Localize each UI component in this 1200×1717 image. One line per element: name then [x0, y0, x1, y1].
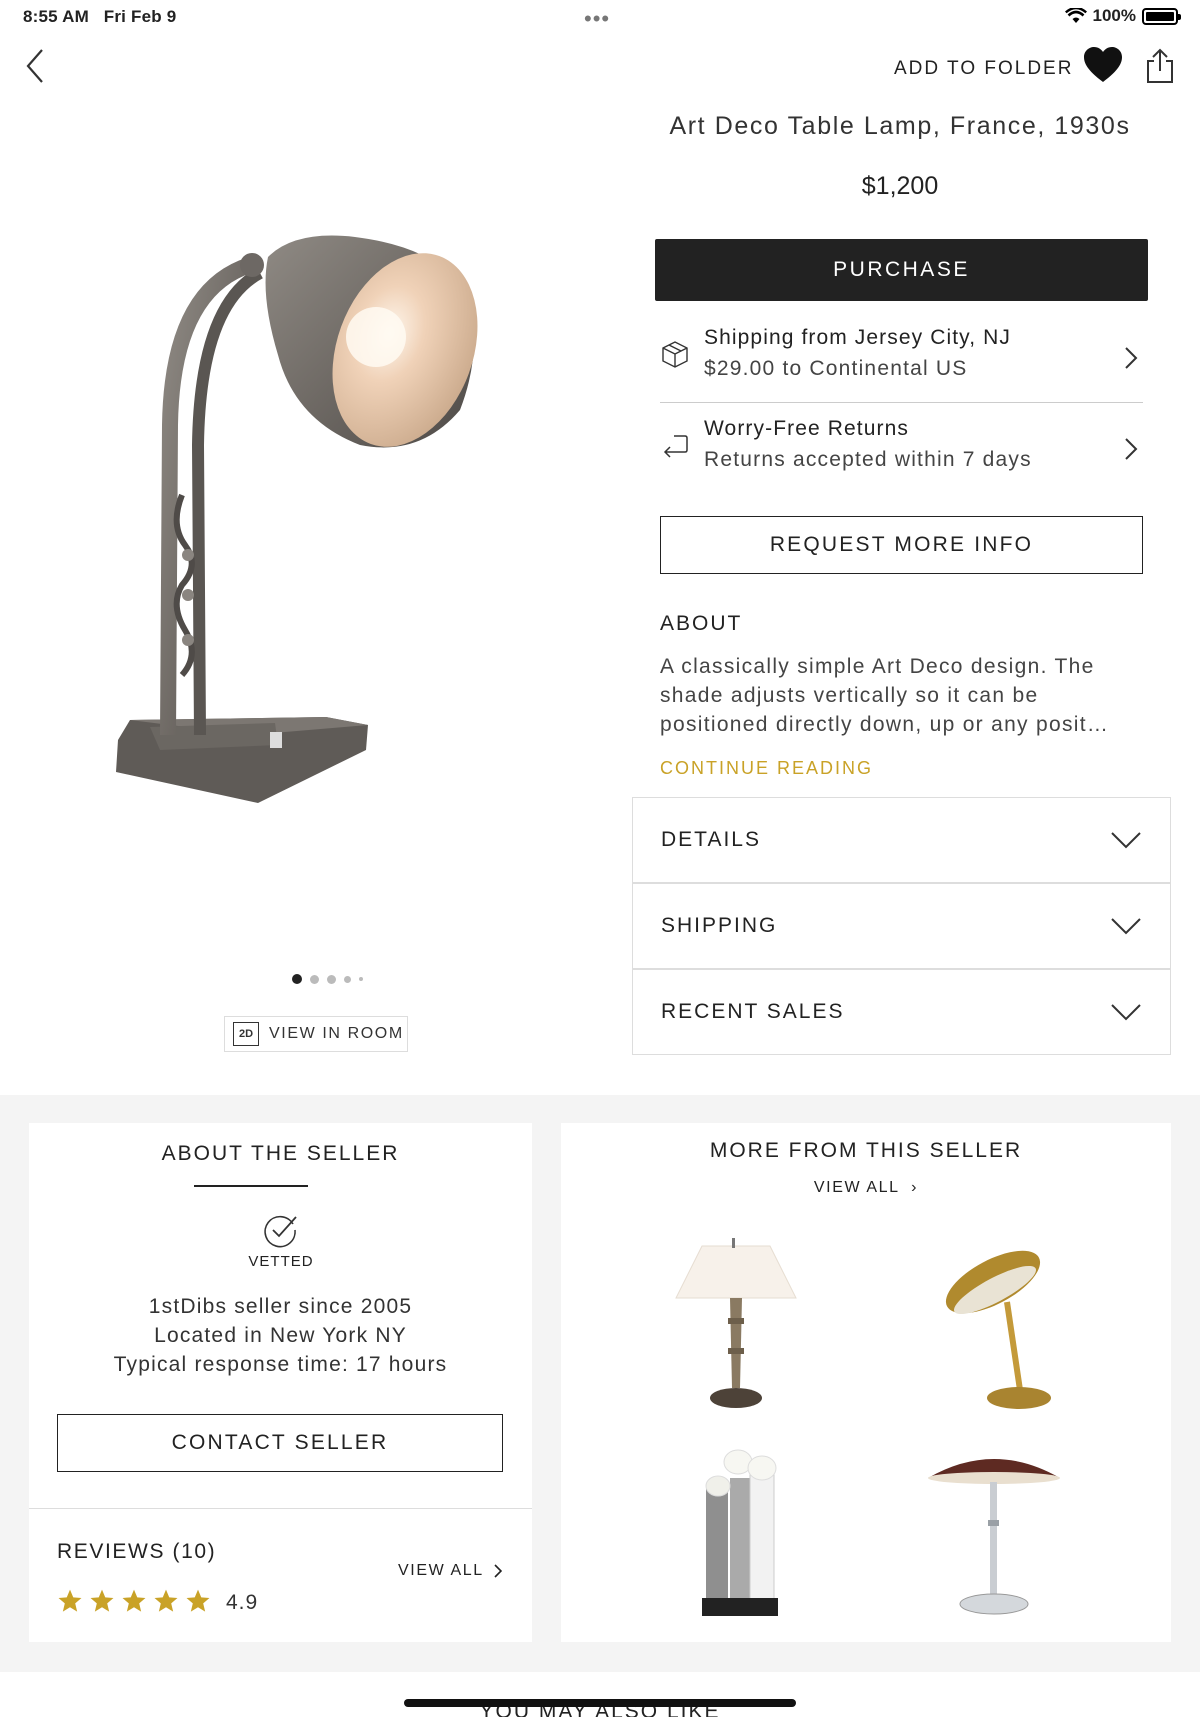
- vetted-check-icon: [264, 1215, 297, 1248]
- seller-item-thumbnail[interactable]: [702, 1449, 778, 1616]
- chevron-down-icon: [1111, 832, 1141, 849]
- divider: [660, 402, 1143, 403]
- rating-stars: [57, 1588, 211, 1614]
- shipping-cost: $29.00 to Continental US: [704, 357, 968, 380]
- multitask-dots-icon[interactable]: •••: [584, 6, 610, 32]
- shipping-info-row[interactable]: Shipping from Jersey City, NJ $29.00 to …: [660, 317, 1143, 399]
- star-icon: [58, 1589, 82, 1612]
- product-title: Art Deco Table Lamp, France, 1930s: [669, 112, 1131, 140]
- seller-details: 1stDibs seller since 2005 Located in New…: [29, 1292, 532, 1379]
- accordion-label: RECENT SALES: [661, 1000, 845, 1023]
- wifi-icon: [1064, 8, 1087, 23]
- returns-policy: Returns accepted within 7 days: [704, 448, 1032, 471]
- accordion-recent-sales[interactable]: RECENT SALES: [632, 969, 1171, 1055]
- pager-dot[interactable]: [344, 975, 351, 983]
- returns-title: Worry-Free Returns: [704, 417, 909, 440]
- product-price: $1,200: [861, 172, 939, 200]
- star-icon: [154, 1589, 178, 1612]
- status-date: Fri Feb 9: [103, 7, 177, 26]
- chevron-down-icon: [1111, 1004, 1141, 1021]
- share-icon[interactable]: [1145, 48, 1175, 84]
- accordion-details[interactable]: DETAILS: [632, 797, 1171, 883]
- more-from-seller-heading: MORE FROM THIS SELLER: [709, 1139, 1023, 1162]
- image-pager[interactable]: [292, 974, 363, 984]
- vetted-label: VETTED: [248, 1253, 314, 1270]
- about-text: A classically simple Art Deco design. Th…: [660, 655, 1110, 736]
- 2d-icon: 2D: [233, 1022, 259, 1046]
- accordion-label: DETAILS: [661, 828, 761, 851]
- seller-item-thumbnail[interactable]: [937, 1240, 1051, 1409]
- heart-icon[interactable]: [1083, 46, 1123, 84]
- more-from-seller-view-all-link[interactable]: VIEW ALL ›: [561, 1179, 1171, 1197]
- package-icon: [662, 341, 688, 368]
- divider: [29, 1508, 532, 1509]
- accordion-label: SHIPPING: [661, 914, 778, 937]
- add-to-folder-button[interactable]: ADD TO FOLDER: [894, 58, 1073, 80]
- chevron-down-icon: [1111, 918, 1141, 935]
- seller-response-time: Typical response time: 17 hours: [113, 1353, 448, 1376]
- chevron-right-icon: [1125, 438, 1138, 460]
- about-seller-heading: ABOUT THE SELLER: [161, 1142, 400, 1165]
- about-heading: ABOUT: [660, 612, 743, 635]
- more-from-seller-card: [561, 1123, 1171, 1642]
- rating-value: 4.9: [226, 1591, 259, 1614]
- reviews-view-all-label: VIEW ALL: [398, 1562, 484, 1579]
- status-right: 100%: [1064, 6, 1181, 26]
- pager-dot[interactable]: [359, 977, 363, 981]
- more-view-all-label: VIEW ALL: [813, 1179, 900, 1196]
- reviews-view-all-link[interactable]: VIEW ALL: [398, 1562, 502, 1580]
- battery-percent: 100%: [1092, 6, 1136, 25]
- return-arrow-icon: [663, 435, 688, 458]
- home-indicator[interactable]: [404, 1699, 796, 1707]
- chevron-right-icon: [1125, 347, 1138, 369]
- seller-location: Located in New York NY: [154, 1324, 407, 1347]
- pager-dot[interactable]: [292, 974, 302, 984]
- star-icon: [90, 1589, 114, 1612]
- heading-underline: [194, 1185, 308, 1187]
- request-more-info-button[interactable]: REQUEST MORE INFO: [660, 516, 1143, 574]
- pager-dot[interactable]: [327, 974, 336, 984]
- accordion-shipping[interactable]: SHIPPING: [632, 883, 1171, 969]
- continue-reading-link[interactable]: CONTINUE READING: [660, 758, 873, 779]
- star-icon: [122, 1589, 146, 1612]
- returns-info-row[interactable]: Worry-Free Returns Returns accepted with…: [660, 408, 1143, 490]
- star-icon: [186, 1589, 210, 1612]
- pager-dot[interactable]: [310, 974, 319, 984]
- seller-item-thumbnail[interactable]: [928, 1459, 1060, 1615]
- shipping-origin: Shipping from Jersey City, NJ: [704, 326, 1011, 349]
- seller-since: 1stDibs seller since 2005: [148, 1295, 413, 1318]
- view-in-room-button[interactable]: 2D VIEW IN ROOM: [224, 1016, 408, 1052]
- reviews-heading: REVIEWS (10): [57, 1540, 217, 1563]
- contact-seller-button[interactable]: CONTACT SELLER: [57, 1414, 503, 1472]
- back-icon[interactable]: [22, 46, 50, 86]
- view-in-room-label: VIEW IN ROOM: [269, 1025, 404, 1042]
- status-bar: 8:55 AM Fri Feb 9 ••• 100%: [0, 0, 1200, 34]
- product-image[interactable]: [90, 235, 550, 815]
- battery-icon: [1142, 7, 1181, 25]
- chevron-right-icon: [494, 1564, 502, 1578]
- purchase-button[interactable]: PURCHASE: [655, 239, 1148, 301]
- chevron-right-icon: ›: [905, 1179, 919, 1196]
- status-time: 8:55 AM Fri Feb 9: [23, 7, 177, 26]
- seller-item-thumbnail[interactable]: [672, 1238, 802, 1413]
